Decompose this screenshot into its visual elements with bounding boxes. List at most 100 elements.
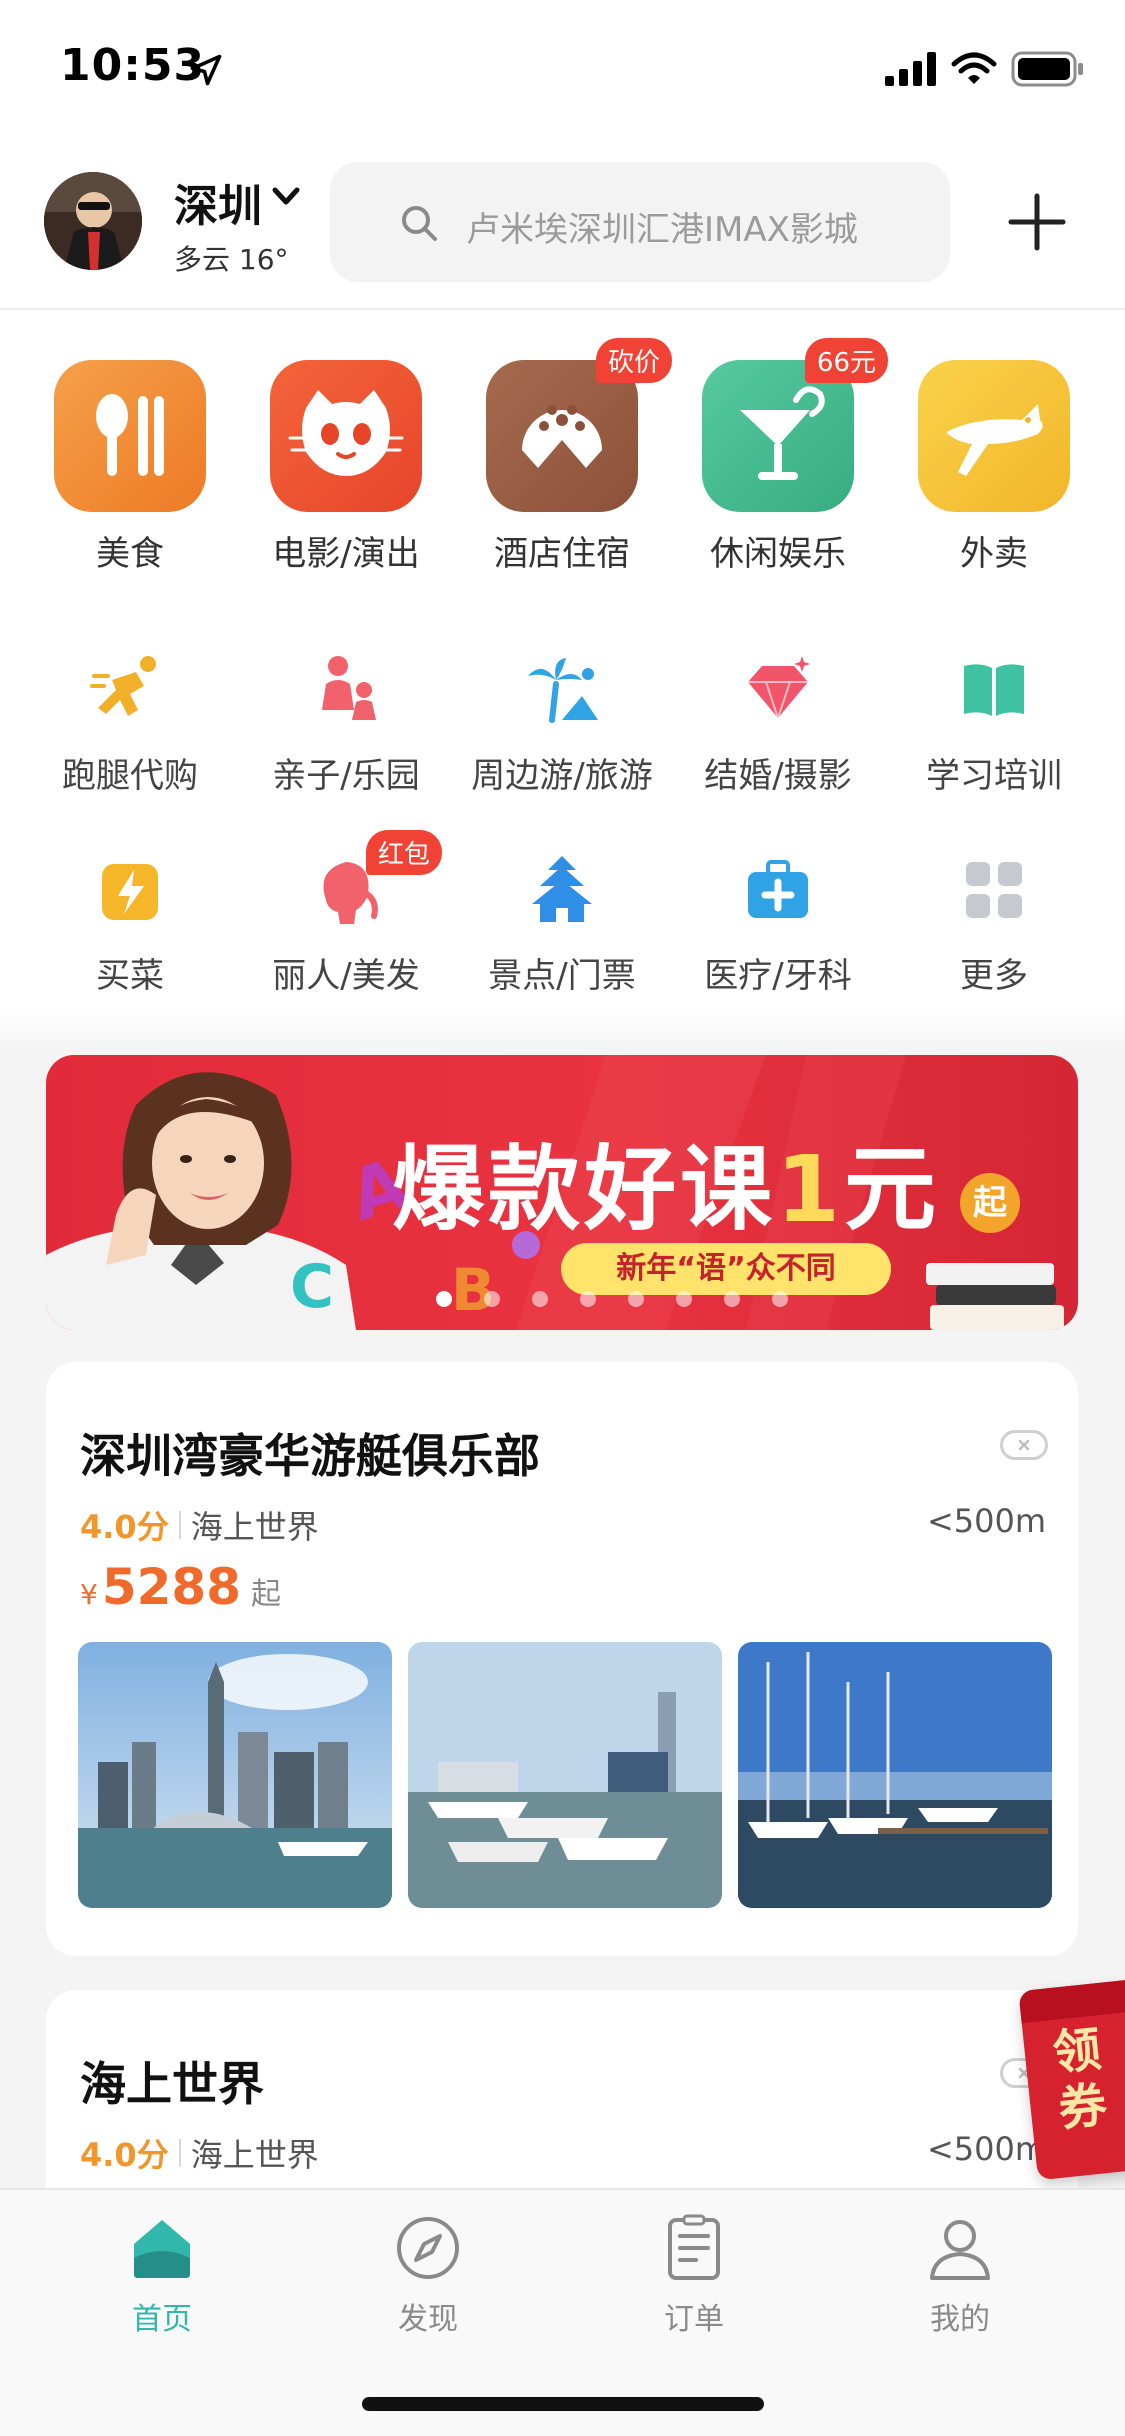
tab-discover[interactable]: 发现: [328, 2214, 528, 2338]
category-label: 美食: [96, 534, 164, 574]
merchant-score: 4.0分: [80, 1508, 169, 1546]
pagination-dot: [580, 1291, 596, 1307]
category-movie[interactable]: 电影/演出: [256, 360, 436, 575]
search-placeholder: 卢米埃深圳汇港IMAX影城: [466, 210, 858, 250]
subcategory-label: 跑腿代购: [62, 756, 198, 796]
hotel-icon: 砍价: [486, 338, 672, 512]
pagination-dot: [436, 1291, 452, 1307]
merchant-category: 海上世界: [190, 1508, 319, 1546]
subcategory-label: 更多: [960, 956, 1028, 996]
price-suffix: 起: [251, 1577, 281, 1612]
kangaroo-icon: [918, 360, 1070, 512]
status-bar: 10:53: [0, 0, 1125, 135]
palm-tree-icon: [528, 658, 598, 723]
merchant-photo[interactable]: [408, 1642, 722, 1908]
category-label: 外卖: [960, 534, 1028, 574]
subcategory-grocery[interactable]: 买菜: [22, 850, 238, 997]
subcategory-more[interactable]: 更多: [886, 850, 1102, 997]
merchant-distance: <500m: [926, 1502, 1046, 1540]
chevron-down-icon[interactable]: [272, 186, 300, 208]
banner-qi-badge: 起: [960, 1173, 1020, 1233]
subcategory-label: 学习培训: [926, 756, 1062, 796]
battery-icon: [1011, 51, 1083, 87]
subcategory-medical[interactable]: 医疗/牙科: [670, 850, 886, 997]
cocktail-icon: 66元: [702, 338, 888, 512]
medical-kit-icon: [748, 860, 808, 918]
lightning-bag-icon: [102, 864, 158, 920]
merchant-photo[interactable]: [738, 1642, 1052, 1908]
svg-text:C: C: [290, 1252, 334, 1322]
utensils-icon: [54, 360, 206, 512]
wifi-icon: [951, 52, 997, 84]
subcategory-tickets[interactable]: 景点/门票: [454, 850, 670, 997]
subcategory-errand[interactable]: 跑腿代购: [22, 650, 238, 797]
badge: 66元: [804, 338, 888, 383]
subcategory-label: 结婚/摄影: [704, 756, 852, 796]
pagination-dot: [628, 1291, 644, 1307]
search-box[interactable]: 卢米埃深圳汇港IMAX影城: [330, 162, 950, 282]
badge: 红包: [365, 830, 442, 875]
home-icon: [134, 2220, 190, 2278]
coupon-label: 领券: [1050, 2021, 1110, 2138]
category-hotel[interactable]: 砍价 酒店住宿: [472, 338, 672, 575]
subcategory-travel[interactable]: 周边游/旅游: [454, 650, 670, 797]
merchant-card[interactable]: 深圳湾豪华游艇俱乐部 4.0分 海上世界 <500m ¥ 5288 起: [46, 1362, 1078, 1956]
currency-symbol: ¥: [80, 1578, 98, 1611]
merchant-price: ¥ 5288 起: [80, 1558, 281, 1616]
pagination-dot: [724, 1291, 740, 1307]
pagination-dot: [532, 1291, 548, 1307]
status-time: 10:53: [60, 40, 206, 91]
status-icons: [885, 48, 1085, 90]
merchant-meta: 4.0分 海上世界: [80, 1502, 319, 1548]
signal-icon: [885, 52, 936, 86]
city-name[interactable]: 深圳: [174, 170, 262, 234]
subcategory-label: 景点/门票: [488, 956, 636, 996]
tab-orders[interactable]: 订单: [594, 2214, 794, 2338]
add-icon[interactable]: [1005, 190, 1069, 254]
tab-label: 订单: [664, 2302, 724, 2337]
tab-label: 我的: [930, 2302, 990, 2337]
category-leisure[interactable]: 66元 休闲娱乐: [688, 338, 888, 575]
close-icon[interactable]: [1000, 1430, 1048, 1460]
search-icon: [402, 206, 437, 241]
avatar[interactable]: [44, 172, 142, 270]
category-food[interactable]: 美食: [40, 360, 220, 575]
location-arrow-icon: [190, 54, 222, 86]
pagination-dot: [772, 1291, 788, 1307]
category-label: 酒店住宿: [494, 534, 630, 574]
home-indicator: [362, 2397, 764, 2411]
subcategory-parent-child[interactable]: 亲子/乐园: [238, 650, 454, 797]
category-label: 电影/演出: [272, 534, 420, 574]
tab-home[interactable]: 首页: [62, 2214, 262, 2338]
grid-icon: [966, 862, 1022, 918]
divider: [178, 2139, 181, 2167]
subcategory-label: 买菜: [96, 956, 164, 996]
coupon-button[interactable]: 领券: [1018, 1979, 1125, 2181]
merchant-score: 4.0分: [80, 2136, 169, 2174]
merchant-photo[interactable]: [78, 1642, 392, 1908]
merchant-card[interactable]: 海上世界 4.0分 海上世界 <500m: [46, 1990, 1078, 2220]
promo-banner[interactable]: A B C 爆款好课1元 起 新年“语”众不同: [46, 1055, 1078, 1330]
banner-pagination: [436, 1291, 788, 1307]
subcategory-education[interactable]: 学习培训: [886, 650, 1102, 797]
merchant-title: 深圳湾豪华游艇俱乐部: [80, 1429, 540, 1483]
cat-icon: [270, 360, 422, 512]
subcategory-label: 医疗/牙科: [704, 956, 852, 996]
tab-profile[interactable]: 我的: [860, 2214, 1060, 2338]
pagoda-icon: [532, 856, 592, 922]
runner-icon: [90, 656, 156, 716]
parent-child-icon: [322, 656, 376, 720]
category-delivery[interactable]: 外卖: [904, 360, 1084, 575]
banner-subtitle: 新年“语”众不同: [561, 1243, 891, 1295]
subcategory-label: 亲子/乐园: [272, 756, 420, 796]
badge: 砍价: [595, 338, 672, 383]
subcategory-label: 丽人/美发: [272, 956, 420, 996]
compass-icon: [397, 2217, 459, 2279]
pagination-dot: [676, 1291, 692, 1307]
book-icon: [964, 664, 1024, 716]
subcategory-wedding[interactable]: 结婚/摄影: [670, 650, 886, 797]
header: 深圳 多云 16° 卢米埃深圳汇港IMAX影城: [0, 150, 1125, 310]
merchant-photos: [78, 1642, 1052, 1908]
subcategory-beauty[interactable]: 红包 丽人/美发: [238, 830, 454, 997]
subcategory-label: 周边游/旅游: [471, 756, 653, 796]
